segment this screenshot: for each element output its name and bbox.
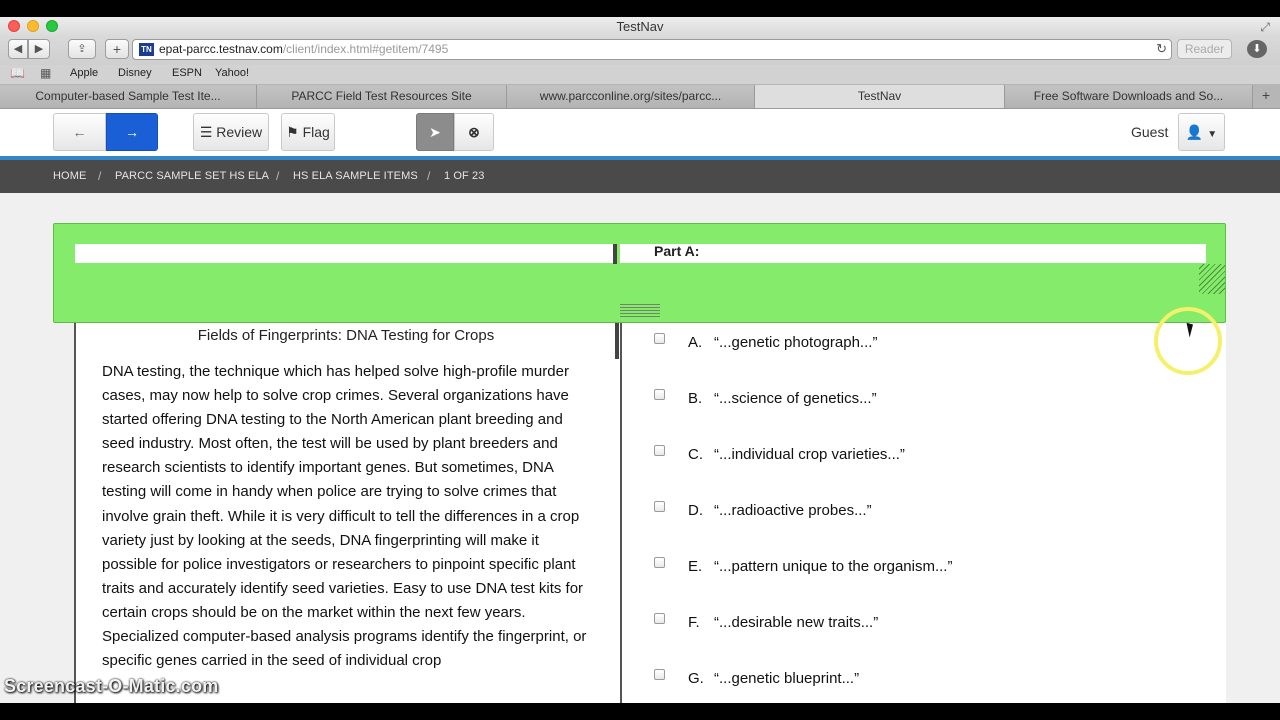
drag-handle-icon[interactable] [620,304,660,318]
browser-tab-bar: Computer-based Sample Test Ite... PARCC … [0,85,1280,109]
answer-eliminator-button[interactable]: ⊗ [454,113,494,151]
browser-forward-button[interactable]: ▶ [28,39,50,59]
caret-down-icon: ▼ [1207,129,1218,140]
option-letter: G. [688,670,704,687]
bookmark-disney[interactable]: Disney [118,67,152,79]
breadcrumb-separator: / [276,169,280,183]
checkbox[interactable] [654,501,665,512]
pointer-tool-button[interactable]: ➤ [416,113,454,151]
previous-item-button[interactable]: ← [53,113,106,151]
checkbox[interactable] [654,389,665,400]
circle-x-icon: ⊗ [468,124,480,140]
testnav-header: ← → ☰ Review ⚑ Flag ➤ ⊗ Guest 👤 ▼ [0,109,1280,156]
address-bar[interactable]: TN epat-parcc.testnav.com/client/index.h… [132,39,1172,60]
user-menu-button[interactable]: 👤 ▼ [1178,113,1225,151]
reader-button[interactable]: Reader [1177,39,1232,59]
breadcrumb-test-set[interactable]: PARCC SAMPLE SET HS ELA [115,170,269,182]
option-text: “...genetic photograph...” [714,334,878,351]
browser-tab[interactable]: Computer-based Sample Test Ite... [0,85,257,108]
downloads-icon[interactable]: ⬇ [1247,40,1267,58]
option-text: “...pattern unique to the organism...” [714,558,953,575]
user-icon: 👤 [1185,124,1204,140]
url-path: /client/index.html#getitem/7495 [282,42,449,56]
user-name: Guest [1131,124,1169,140]
add-bookmark-button[interactable]: + [105,39,129,59]
browser-tab-active[interactable]: TestNav [755,85,1005,108]
checkbox[interactable] [654,613,665,624]
site-favicon-icon: TN [139,43,154,56]
new-tab-icon[interactable]: + [1262,87,1270,103]
option-letter: D. [688,502,703,519]
browser-toolbar: ◀ ▶ ⇪ + TN epat-parcc.testnav.com/client… [0,37,1280,65]
passage-panel: Fields of Fingerprints: DNA Testing for … [74,323,620,703]
checkbox[interactable] [654,669,665,680]
item-header-banner: Part A: [53,223,1226,323]
cursor-highlight-ring [1154,307,1222,375]
checkbox[interactable] [654,445,665,456]
review-label: Review [216,124,263,140]
option-letter: B. [688,390,703,407]
checkbox[interactable] [654,333,665,344]
browser-tab[interactable]: Free Software Downloads and So... [1005,85,1253,108]
fullscreen-icon[interactable]: ⤢ [1260,20,1270,35]
window-title: TestNav [616,19,664,34]
option-letter: F. [688,614,700,631]
option-text: “...desirable new traits...” [714,614,879,631]
option-letter: C. [688,446,703,463]
list-icon: ☰ [199,124,213,140]
pane-divider[interactable] [613,244,617,264]
next-item-button[interactable]: → [106,113,158,151]
bookmark-espn[interactable]: ESPN [172,67,202,79]
test-content: Part A: Fields of Fingerprints: DNA Test… [0,193,1280,703]
item-counter: 1 OF 23 [444,170,485,182]
browser-tab[interactable]: PARCC Field Test Resources Site [257,85,507,108]
pointer-icon: ➤ [429,124,441,140]
resize-grip-icon[interactable] [1199,264,1225,294]
breadcrumb-separator: / [427,169,431,183]
window-titlebar: TestNav ⤢ [0,17,1280,37]
bookmarks-bar: 📖 ▦ Apple Disney ESPN Yahoo! [0,65,1280,85]
screen: TestNav ⤢ ◀ ▶ ⇪ + TN epat-parcc.testnav.… [0,17,1280,703]
passage-body: DNA testing, the technique which has hel… [102,363,587,670]
option-letter: E. [688,558,703,575]
option-letter: A. [688,334,703,351]
breadcrumb: HOME / PARCC SAMPLE SET HS ELA / HS ELA … [0,160,1280,193]
flag-label: Flag [302,124,330,140]
reading-list-icon[interactable]: 📖 [10,66,25,80]
flag-button[interactable]: ⚑ Flag [281,113,335,151]
browser-back-button[interactable]: ◀ [8,39,28,59]
bookmark-yahoo[interactable]: Yahoo! [215,67,249,79]
checkbox[interactable] [654,557,665,568]
reload-icon[interactable]: ↻ [1156,41,1167,57]
flag-icon: ⚑ [286,124,299,140]
option-text: “...individual crop varieties...” [714,446,905,463]
answer-options-panel: A. “...genetic photograph...” B. “...sci… [620,323,1226,703]
bookmark-apple[interactable]: Apple [70,67,98,79]
part-label: Part A: [654,243,700,259]
passage-header-strip [75,244,614,263]
review-button[interactable]: ☰ Review [193,113,269,151]
option-text: “...genetic blueprint...” [714,670,860,687]
arrow-right-icon: → [125,124,139,140]
url-host: epat-parcc.testnav.com [159,42,283,56]
browser-tab[interactable]: www.parcconline.org/sites/parcc... [507,85,755,108]
url-text: epat-parcc.testnav.com/client/index.html… [159,42,448,56]
passage-title: Fields of Fingerprints: DNA Testing for … [197,327,495,344]
question-header-strip [620,244,1206,263]
arrow-left-icon: ← [72,124,87,140]
breadcrumb-home[interactable]: HOME [53,170,86,182]
option-text: “...science of genetics...” [714,390,877,407]
breadcrumb-separator: / [98,169,102,183]
option-text: “...radioactive probes...” [714,502,872,519]
breadcrumb-section[interactable]: HS ELA SAMPLE ITEMS [293,170,418,182]
top-sites-icon[interactable]: ▦ [40,66,51,80]
watermark: Screencast-O-Matic.com [4,676,219,696]
share-button[interactable]: ⇪ [68,39,96,59]
